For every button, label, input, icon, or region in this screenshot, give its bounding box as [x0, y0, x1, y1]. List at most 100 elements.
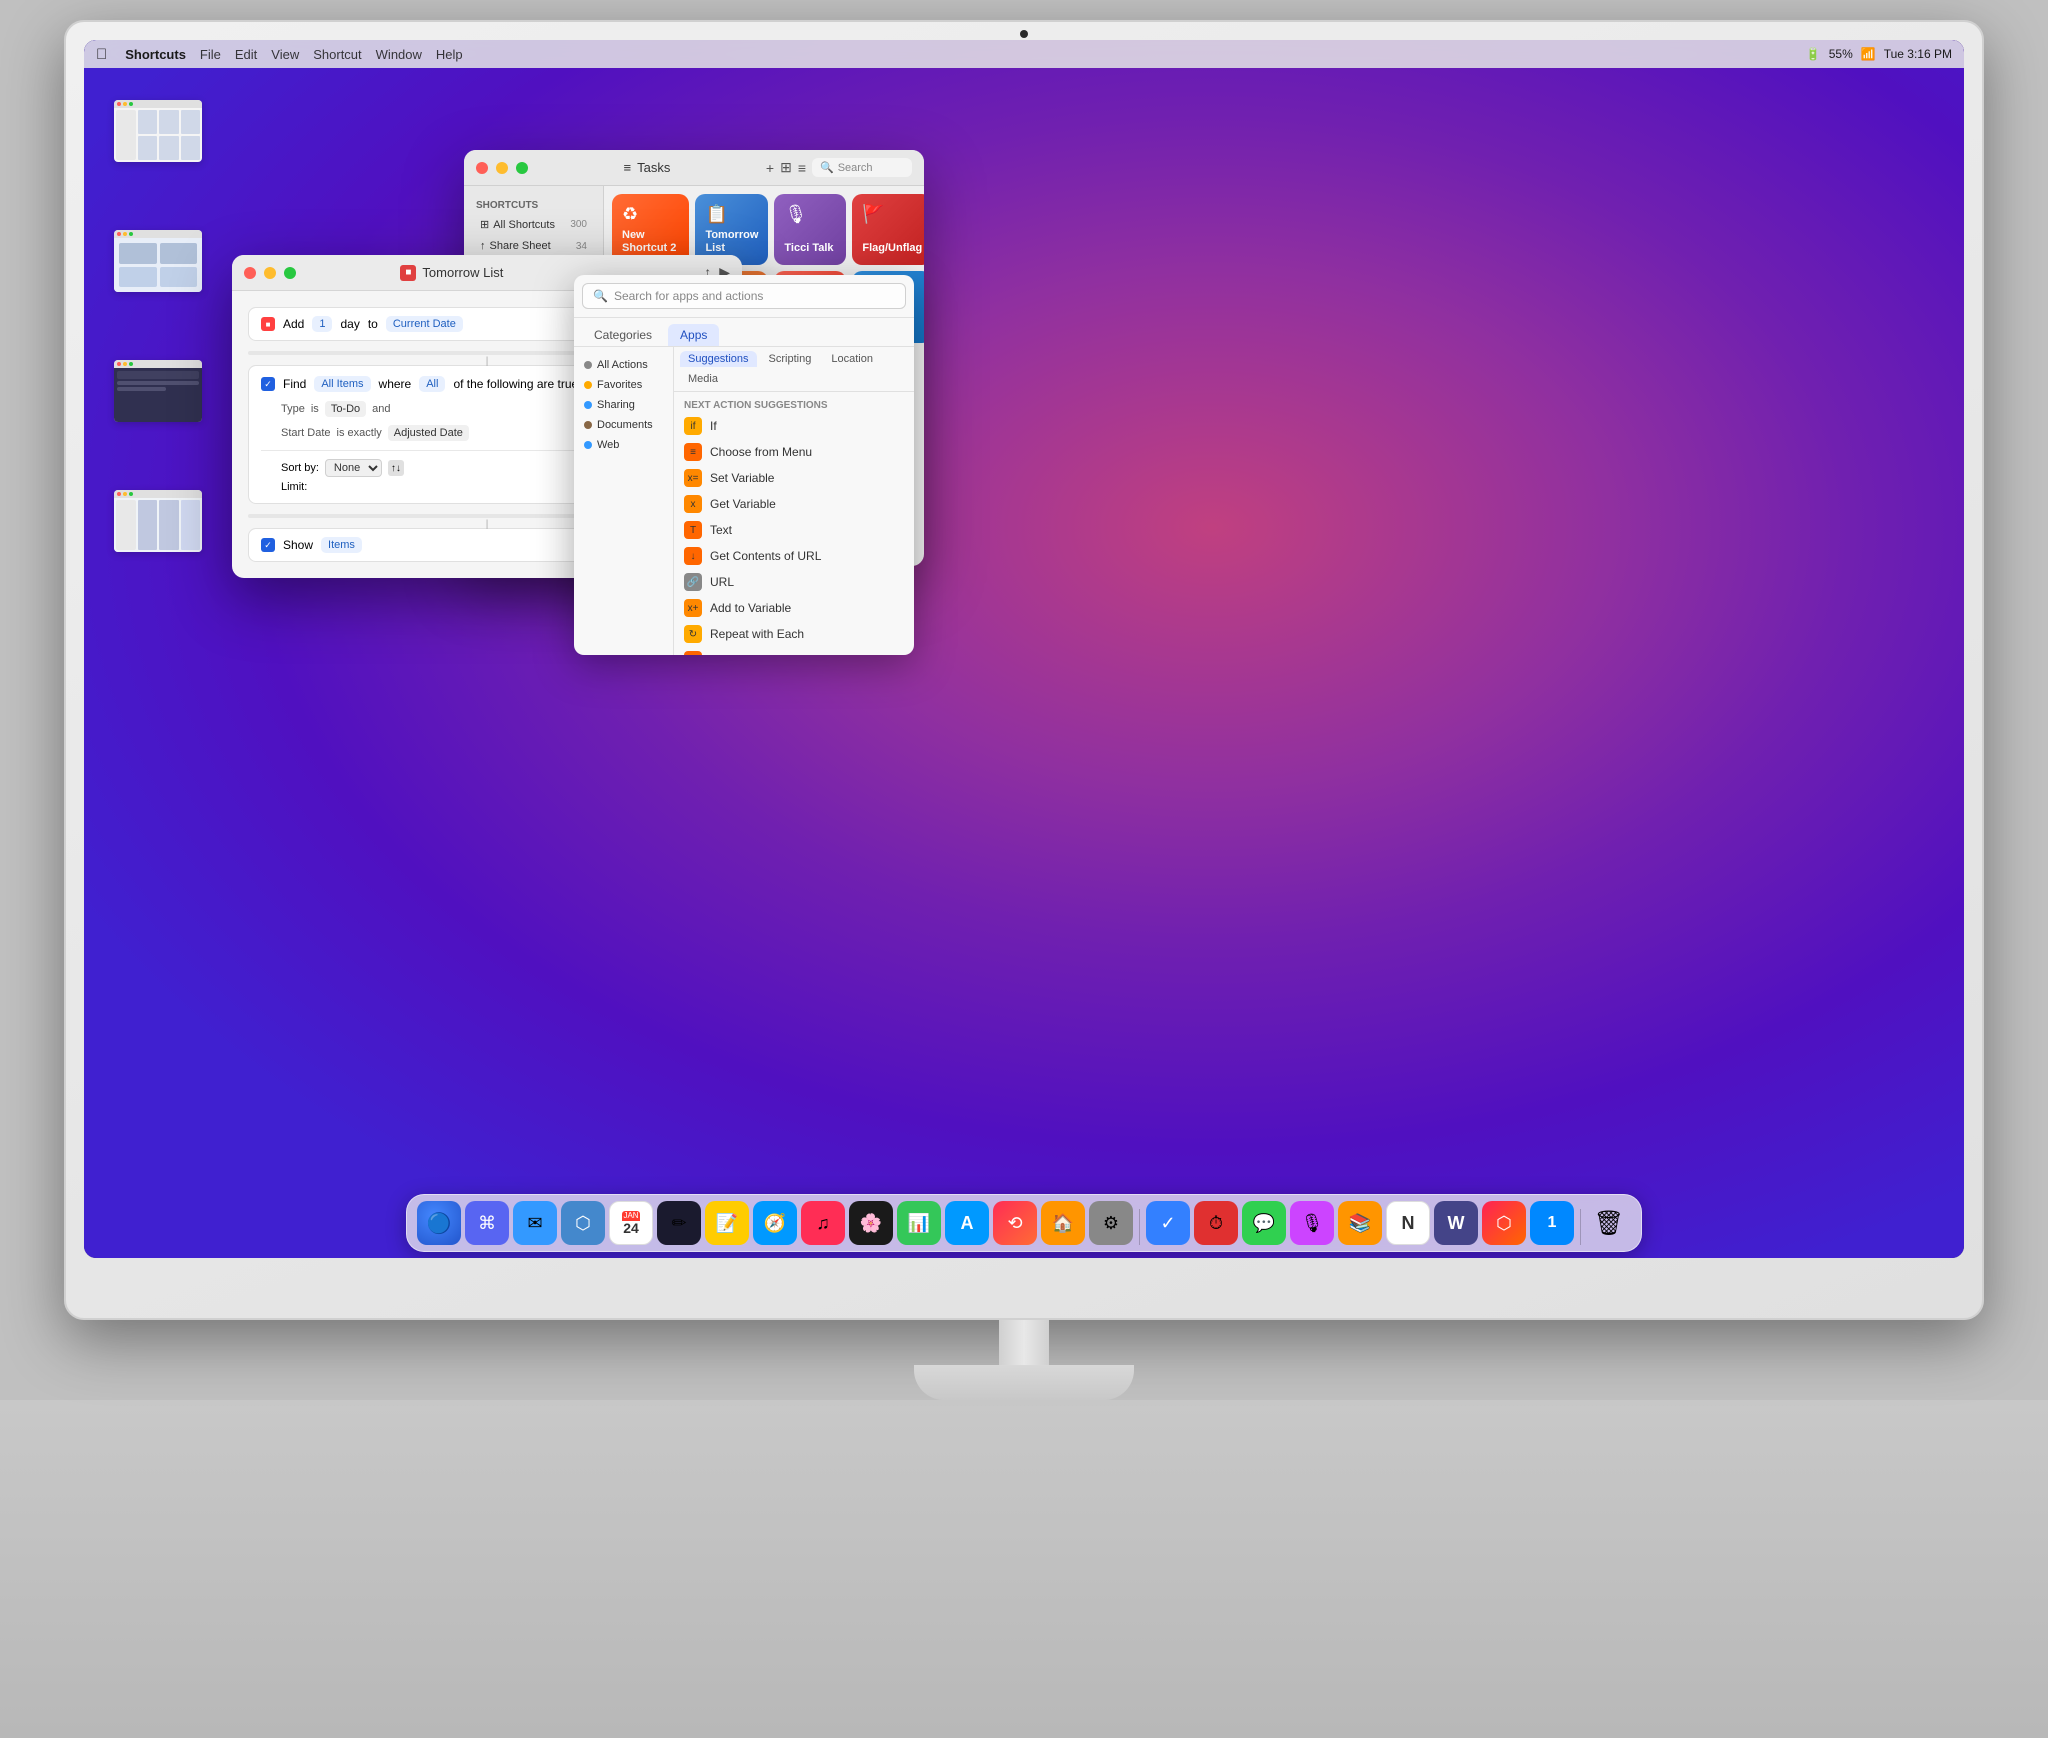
dock-messages[interactable]: 💬	[1242, 1201, 1286, 1245]
desktop-preview-4[interactable]	[114, 490, 202, 552]
right-tab-suggestions[interactable]: Suggestions	[680, 351, 757, 367]
menu-help[interactable]: Help	[436, 47, 463, 62]
right-tab-scripting[interactable]: Scripting	[761, 351, 820, 367]
sugg-item-text[interactable]: T Text	[674, 517, 914, 543]
dock-mail[interactable]: ✉	[513, 1201, 557, 1245]
shortcut-tile-ticci-talk[interactable]: 🎙 Ticci Talk	[774, 194, 846, 265]
fullscreen-button[interactable]	[516, 162, 528, 174]
cat-sharing[interactable]: Sharing	[574, 395, 673, 415]
tab-apps[interactable]: Apps	[668, 324, 719, 346]
menu-shortcut[interactable]: Shortcut	[313, 47, 361, 62]
messages-icon: 💬	[1253, 1213, 1275, 1234]
dock-finder[interactable]: 🔵	[417, 1201, 461, 1245]
dock-numbers[interactable]: 📊	[897, 1201, 941, 1245]
search-mag-icon: 🔍	[593, 289, 608, 303]
dock-appstore[interactable]: A	[945, 1201, 989, 1245]
shortcuts-icon: ⟲	[1007, 1213, 1022, 1234]
menu-window[interactable]: Window	[376, 47, 422, 62]
choose-menu-icon: ≡	[684, 443, 702, 461]
sugg-item-add-to-variable[interactable]: x+ Add to Variable	[674, 595, 914, 621]
right-tab-location[interactable]: Location	[823, 351, 881, 367]
tomorrow-list-name: Tomorrow List	[705, 229, 758, 255]
list-view-button[interactable]: ≡	[798, 160, 806, 176]
find-checkbox[interactable]: ✓	[261, 377, 275, 391]
dock-music[interactable]: ♫	[801, 1201, 845, 1245]
add-num-pill[interactable]: 1	[312, 316, 332, 332]
menu-app-name[interactable]: Shortcuts	[125, 47, 186, 62]
dock-shortcuts[interactable]: ⟲	[993, 1201, 1037, 1245]
documents-dot	[584, 421, 592, 429]
add-shortcut-button[interactable]: +	[766, 160, 774, 176]
dock-podcast[interactable]: 🎙	[1290, 1201, 1334, 1245]
tomorrow-fullscreen-button[interactable]	[284, 267, 296, 279]
all-items-pill[interactable]: All Items	[314, 376, 370, 392]
dock-things[interactable]: ✓	[1146, 1201, 1190, 1245]
minimize-button[interactable]	[496, 162, 508, 174]
if-icon: if	[684, 417, 702, 435]
dock-readwise[interactable]: W	[1434, 1201, 1478, 1245]
add-variable-icon: x+	[684, 599, 702, 617]
cat-favorites[interactable]: Favorites	[574, 375, 673, 395]
items-pill[interactable]: Items	[321, 537, 362, 553]
dock-discord[interactable]: ⌘	[465, 1201, 509, 1245]
dock-omni[interactable]: ⬡	[561, 1201, 605, 1245]
desktop-preview-3[interactable]	[114, 360, 202, 422]
all2-pill[interactable]: All	[419, 376, 445, 392]
show-checkbox[interactable]: ✓	[261, 538, 275, 552]
dock-pencil[interactable]: ✏	[657, 1201, 701, 1245]
desktop-preview-2[interactable]	[114, 230, 202, 292]
apple-menu-icon[interactable]: 	[96, 46, 107, 63]
tomorrow-minimize-button[interactable]	[264, 267, 276, 279]
tomorrow-close-button[interactable]	[244, 267, 256, 279]
shortcut-tile-flag-unflag[interactable]: 🚩 Flag/Unflag	[852, 194, 924, 265]
dock-system-prefs[interactable]: ⚙	[1089, 1201, 1133, 1245]
cat-documents[interactable]: Documents	[574, 415, 673, 435]
shortcuts-search[interactable]: 🔍 Search	[812, 158, 912, 177]
sugg-item-choose-from-menu[interactable]: ≡ Choose from Menu	[674, 439, 914, 465]
sugg-item-repeat-each[interactable]: ↻ Repeat with Each	[674, 621, 914, 647]
tab-categories[interactable]: Categories	[582, 324, 664, 346]
type-val-pill[interactable]: To-Do	[325, 401, 366, 417]
sidebar-item-all-shortcuts[interactable]: ⊞ All Shortcuts 300	[468, 214, 599, 235]
dock-safari[interactable]: 🧭	[753, 1201, 797, 1245]
sugg-item-set-variable[interactable]: x= Set Variable	[674, 465, 914, 491]
dock-1password[interactable]: 1	[1530, 1201, 1574, 1245]
dock-trash[interactable]: 🗑	[1587, 1201, 1631, 1245]
imac-frame:  Shortcuts File Edit View Shortcut Wind…	[64, 20, 1984, 1320]
adjusted-date-pill[interactable]: Adjusted Date	[388, 425, 469, 441]
dock-timing[interactable]: ⏱	[1194, 1201, 1238, 1245]
set-variable-icon: x=	[684, 469, 702, 487]
sort-direction-button[interactable]: ↑↓	[388, 460, 404, 476]
right-tab-media[interactable]: Media	[680, 371, 726, 387]
grid-view-button[interactable]: ⊞	[780, 159, 792, 176]
search-icon: 🔍	[820, 161, 834, 174]
dock-calendar[interactable]: JAN 24	[609, 1201, 653, 1245]
cat-all-actions[interactable]: All Actions	[574, 355, 673, 375]
new-shortcut-2-name: New Shortcut 2	[622, 229, 679, 255]
sidebar-all-shortcuts-text: ⊞ All Shortcuts	[480, 218, 555, 231]
dock-notes[interactable]: 📝	[705, 1201, 749, 1245]
dock-home[interactable]: 🏠	[1041, 1201, 1085, 1245]
favorites-dot	[584, 381, 592, 389]
suggestions-search-input[interactable]: 🔍 Search for apps and actions	[582, 283, 906, 309]
sugg-item-get-contents-url[interactable]: ↓ Get Contents of URL	[674, 543, 914, 569]
dock-notion[interactable]: N	[1386, 1201, 1430, 1245]
sugg-item-url[interactable]: 🔗 URL	[674, 569, 914, 595]
menu-edit[interactable]: Edit	[235, 47, 257, 62]
discord-icon: ⌘	[478, 1213, 496, 1234]
cat-web[interactable]: Web	[574, 435, 673, 455]
menu-file[interactable]: File	[200, 47, 221, 62]
sugg-item-get-variable[interactable]: x Get Variable	[674, 491, 914, 517]
sort-select[interactable]: None	[325, 459, 382, 477]
dock-photos[interactable]: 🌸	[849, 1201, 893, 1245]
dock-books[interactable]: 📚	[1338, 1201, 1382, 1245]
current-date-pill[interactable]: Current Date	[386, 316, 463, 332]
menu-view[interactable]: View	[271, 47, 299, 62]
dock-tot[interactable]: ⬡	[1482, 1201, 1526, 1245]
sugg-item-if[interactable]: if If	[674, 413, 914, 439]
close-button[interactable]	[476, 162, 488, 174]
add-label: Add	[283, 317, 304, 331]
desktop-preview-1[interactable]	[114, 100, 202, 162]
sugg-item-get-dict-value[interactable]: { } Get Dictionary Value	[674, 647, 914, 655]
sidebar-item-share-sheet[interactable]: ↑ Share Sheet 34	[468, 236, 599, 256]
